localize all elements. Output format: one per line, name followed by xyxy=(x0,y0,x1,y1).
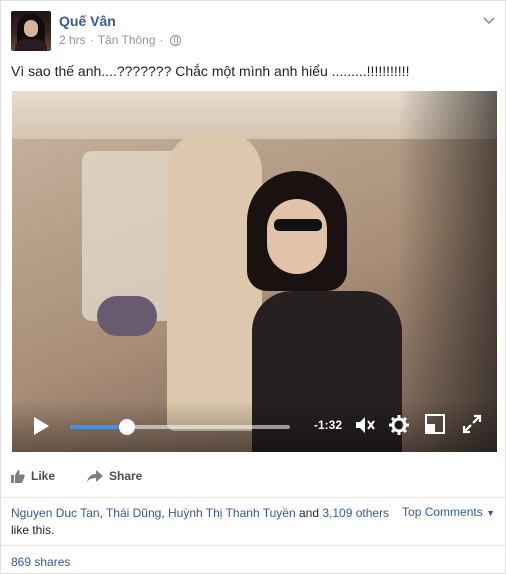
action-bar: Like Share xyxy=(11,469,497,489)
shares-count[interactable]: 869 shares xyxy=(11,555,70,569)
post-time[interactable]: 2 hrs xyxy=(59,33,86,47)
divider xyxy=(1,497,506,498)
comments-filter-dropdown[interactable]: Top Comments ▼ xyxy=(402,505,495,519)
post-meta: 2 hrs · Tân Thông · xyxy=(59,33,181,47)
car-seat xyxy=(167,131,262,431)
liker-name[interactable]: Thái Dũng xyxy=(106,506,161,520)
like-label: Like xyxy=(31,469,56,483)
play-icon[interactable] xyxy=(34,417,49,435)
post-message: Vì sao thế anh....??????? Chắc một mình … xyxy=(11,63,410,79)
divider xyxy=(1,545,506,546)
likes-others-link[interactable]: 3,109 others xyxy=(322,506,389,520)
video-player[interactable]: -1:32 xyxy=(12,91,497,452)
share-label: Share xyxy=(109,469,143,483)
like-button[interactable]: Like xyxy=(11,469,55,483)
post-card: Quế Vân 2 hrs · Tân Thông · Vì sao thế a… xyxy=(0,0,506,574)
meta-separator: · xyxy=(89,33,94,47)
likes-suffix: like this. xyxy=(11,523,55,537)
time-remaining: -1:32 xyxy=(314,418,343,432)
settings-gear-icon[interactable] xyxy=(388,414,410,436)
liker-name[interactable]: Huỳnh Thị Thanh Tuyền xyxy=(168,506,296,520)
pip-icon[interactable] xyxy=(425,414,445,434)
progress-track[interactable] xyxy=(70,419,290,435)
share-button[interactable]: Share xyxy=(87,469,142,483)
mute-icon[interactable] xyxy=(354,414,378,436)
post-header: Quế Vân 2 hrs · Tân Thông · xyxy=(11,11,497,51)
person-face xyxy=(267,199,327,274)
video-controls: -1:32 xyxy=(12,400,497,452)
globe-icon[interactable] xyxy=(169,34,181,46)
meta-separator: · xyxy=(159,33,164,47)
caret-down-icon: ▼ xyxy=(486,508,495,518)
progress-knob[interactable] xyxy=(119,419,136,435)
post-location[interactable]: Tân Thông xyxy=(98,33,156,47)
fullscreen-icon[interactable] xyxy=(462,414,482,434)
liker-name[interactable]: Nguyen Duc Tan xyxy=(11,506,100,520)
sleeping-person xyxy=(97,296,157,336)
thumbs-up-icon xyxy=(11,470,25,483)
author-name[interactable]: Quế Vân xyxy=(59,13,116,29)
avatar[interactable] xyxy=(11,11,51,51)
likes-summary: Nguyen Duc Tan, Thái Dũng, Huỳnh Thị Tha… xyxy=(11,505,391,539)
car-door xyxy=(397,91,497,452)
comments-filter-label: Top Comments xyxy=(402,505,483,519)
likes-and: and xyxy=(295,506,323,520)
share-icon xyxy=(87,470,103,482)
sunglasses xyxy=(274,219,322,231)
likes-separator: , xyxy=(161,506,168,520)
chevron-down-icon[interactable] xyxy=(481,13,497,29)
